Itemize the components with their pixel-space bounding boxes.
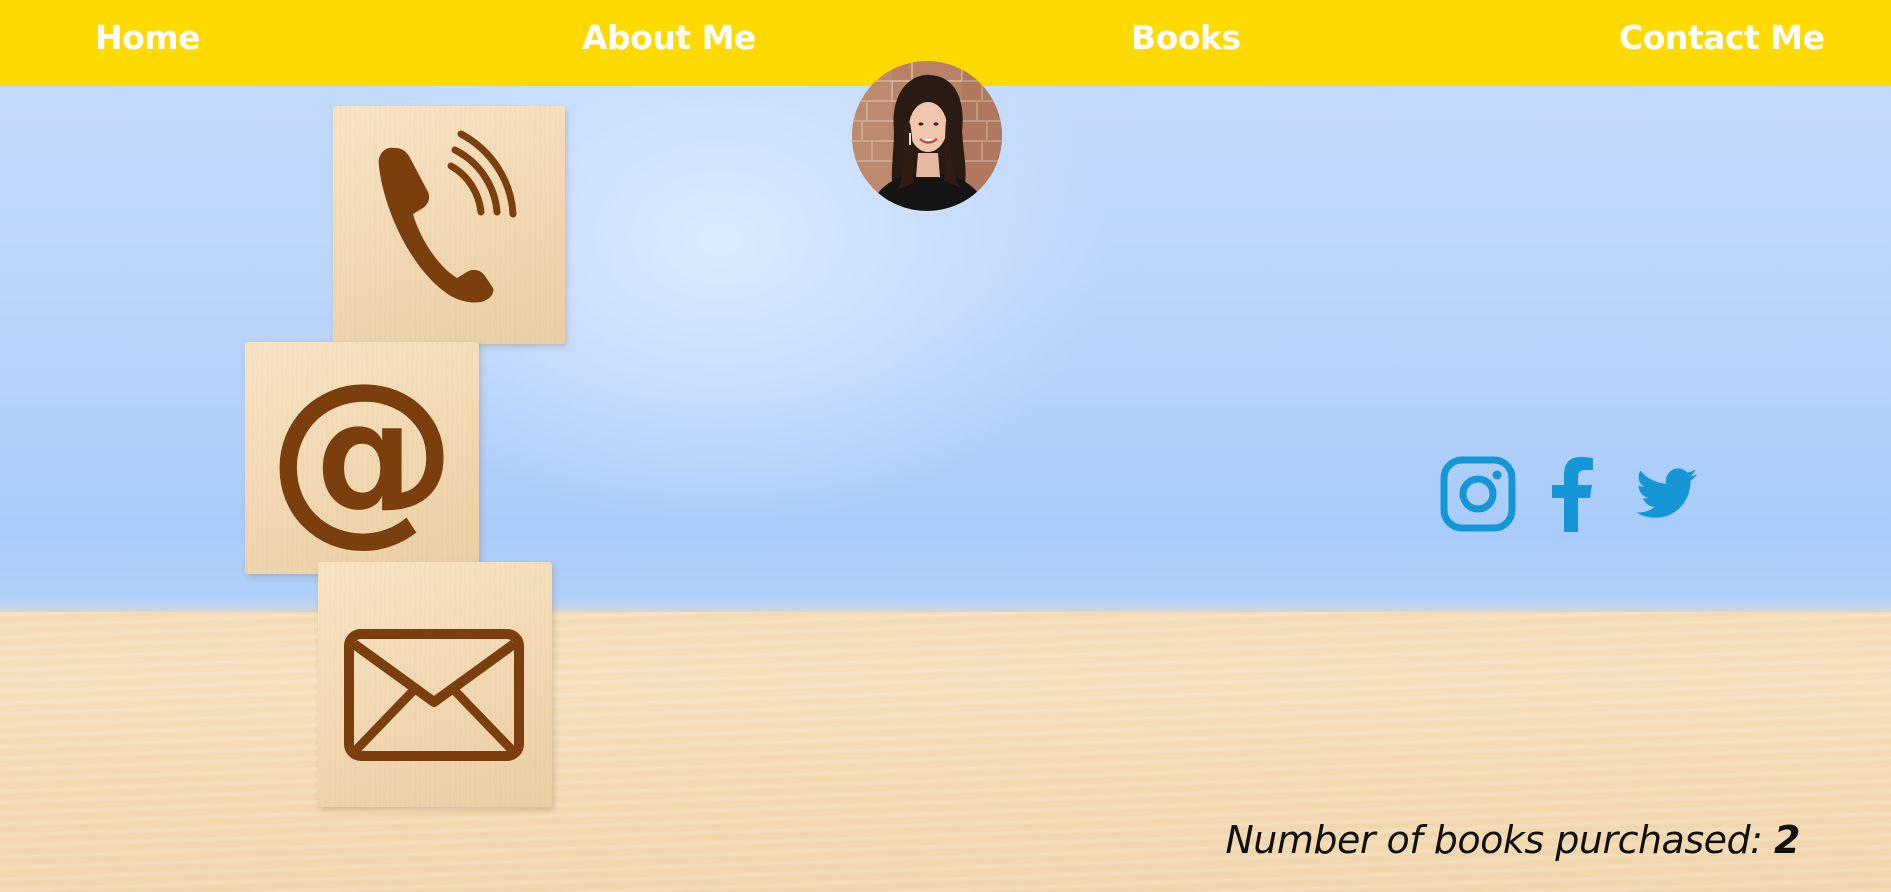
nav-link-about-me[interactable]: About Me	[582, 18, 756, 57]
nav-link-home[interactable]: Home	[95, 18, 201, 57]
phone-icon	[378, 130, 517, 303]
twitter-link[interactable]	[1636, 466, 1698, 522]
at-sign-block: @	[245, 342, 479, 574]
books-purchased-counter: Number of books purchased: 2	[1225, 818, 1800, 862]
instagram-link[interactable]	[1440, 456, 1516, 532]
nav-link-books[interactable]: Books	[1131, 18, 1241, 57]
avatar-portrait	[852, 61, 1002, 211]
instagram-icon	[1440, 456, 1516, 532]
author-avatar	[852, 61, 1002, 211]
at-sign-icon: @	[267, 342, 457, 563]
contact-page: Home About Me Books Contact Me @ Number …	[0, 0, 1891, 892]
nav-link-contact-me[interactable]: Contact Me	[1619, 18, 1825, 57]
envelope-icon	[344, 629, 524, 761]
svg-text:@: @	[267, 342, 457, 563]
facebook-link[interactable]	[1548, 456, 1596, 532]
twitter-icon	[1636, 468, 1697, 518]
phone-block	[333, 106, 565, 344]
books-purchased-count: 2	[1774, 818, 1800, 862]
facebook-icon	[1552, 457, 1593, 532]
envelope-block	[318, 562, 552, 807]
books-purchased-label: Number of books purchased:	[1225, 818, 1763, 862]
